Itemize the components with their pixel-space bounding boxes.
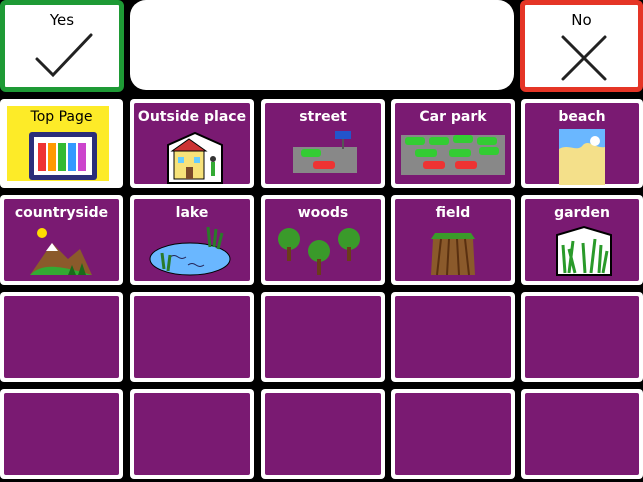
car-park-button[interactable]: Car park xyxy=(391,99,515,188)
checkmark-icon xyxy=(35,33,93,78)
no-label: No xyxy=(571,11,592,29)
empty-cell[interactable] xyxy=(261,292,385,382)
empty-cell[interactable] xyxy=(521,389,643,479)
yes-button[interactable]: Yes xyxy=(0,0,124,92)
empty-cell[interactable] xyxy=(0,389,123,479)
woods-button[interactable]: woods xyxy=(261,195,385,285)
empty-cell[interactable] xyxy=(0,292,123,382)
field-label: field xyxy=(435,205,471,221)
countryside-button[interactable]: countryside xyxy=(0,195,123,285)
outside-place-button[interactable]: Outside place xyxy=(130,99,254,188)
empty-cell[interactable] xyxy=(521,292,643,382)
street-label: street xyxy=(299,109,347,125)
empty-cell[interactable] xyxy=(391,292,515,382)
countryside-icon xyxy=(30,228,92,275)
empty-cell[interactable] xyxy=(130,292,254,382)
yes-label: Yes xyxy=(49,11,75,29)
empty-cell[interactable] xyxy=(391,389,515,479)
field-button[interactable]: field xyxy=(391,195,515,285)
garden-icon xyxy=(556,225,612,276)
grid-board-icon xyxy=(29,132,97,180)
no-button[interactable]: No xyxy=(520,0,643,92)
beach-button[interactable]: beach xyxy=(521,99,643,188)
lake-label: lake xyxy=(175,205,209,221)
house-icon xyxy=(167,131,223,184)
lake-icon xyxy=(149,226,231,276)
car-park-icon xyxy=(401,135,505,175)
woods-icon xyxy=(278,228,360,275)
top-page-label: Top Page xyxy=(30,109,93,125)
empty-cell[interactable] xyxy=(130,389,254,479)
outside-place-label: Outside place xyxy=(137,109,247,125)
street-icon xyxy=(293,131,357,173)
top-page-button[interactable]: Top Page xyxy=(0,99,123,188)
street-button[interactable]: street xyxy=(261,99,385,188)
garden-label: garden xyxy=(554,205,610,221)
garden-button[interactable]: garden xyxy=(521,195,643,285)
countryside-label: countryside xyxy=(14,205,109,221)
field-icon xyxy=(431,233,475,276)
message-bar[interactable] xyxy=(130,0,514,90)
lake-button[interactable]: lake xyxy=(130,195,254,285)
beach-label: beach xyxy=(558,109,606,125)
empty-cell[interactable] xyxy=(261,389,385,479)
woods-label: woods xyxy=(297,205,349,221)
car-park-label: Car park xyxy=(419,109,487,125)
cross-icon xyxy=(561,35,607,81)
beach-map-icon xyxy=(559,129,605,185)
